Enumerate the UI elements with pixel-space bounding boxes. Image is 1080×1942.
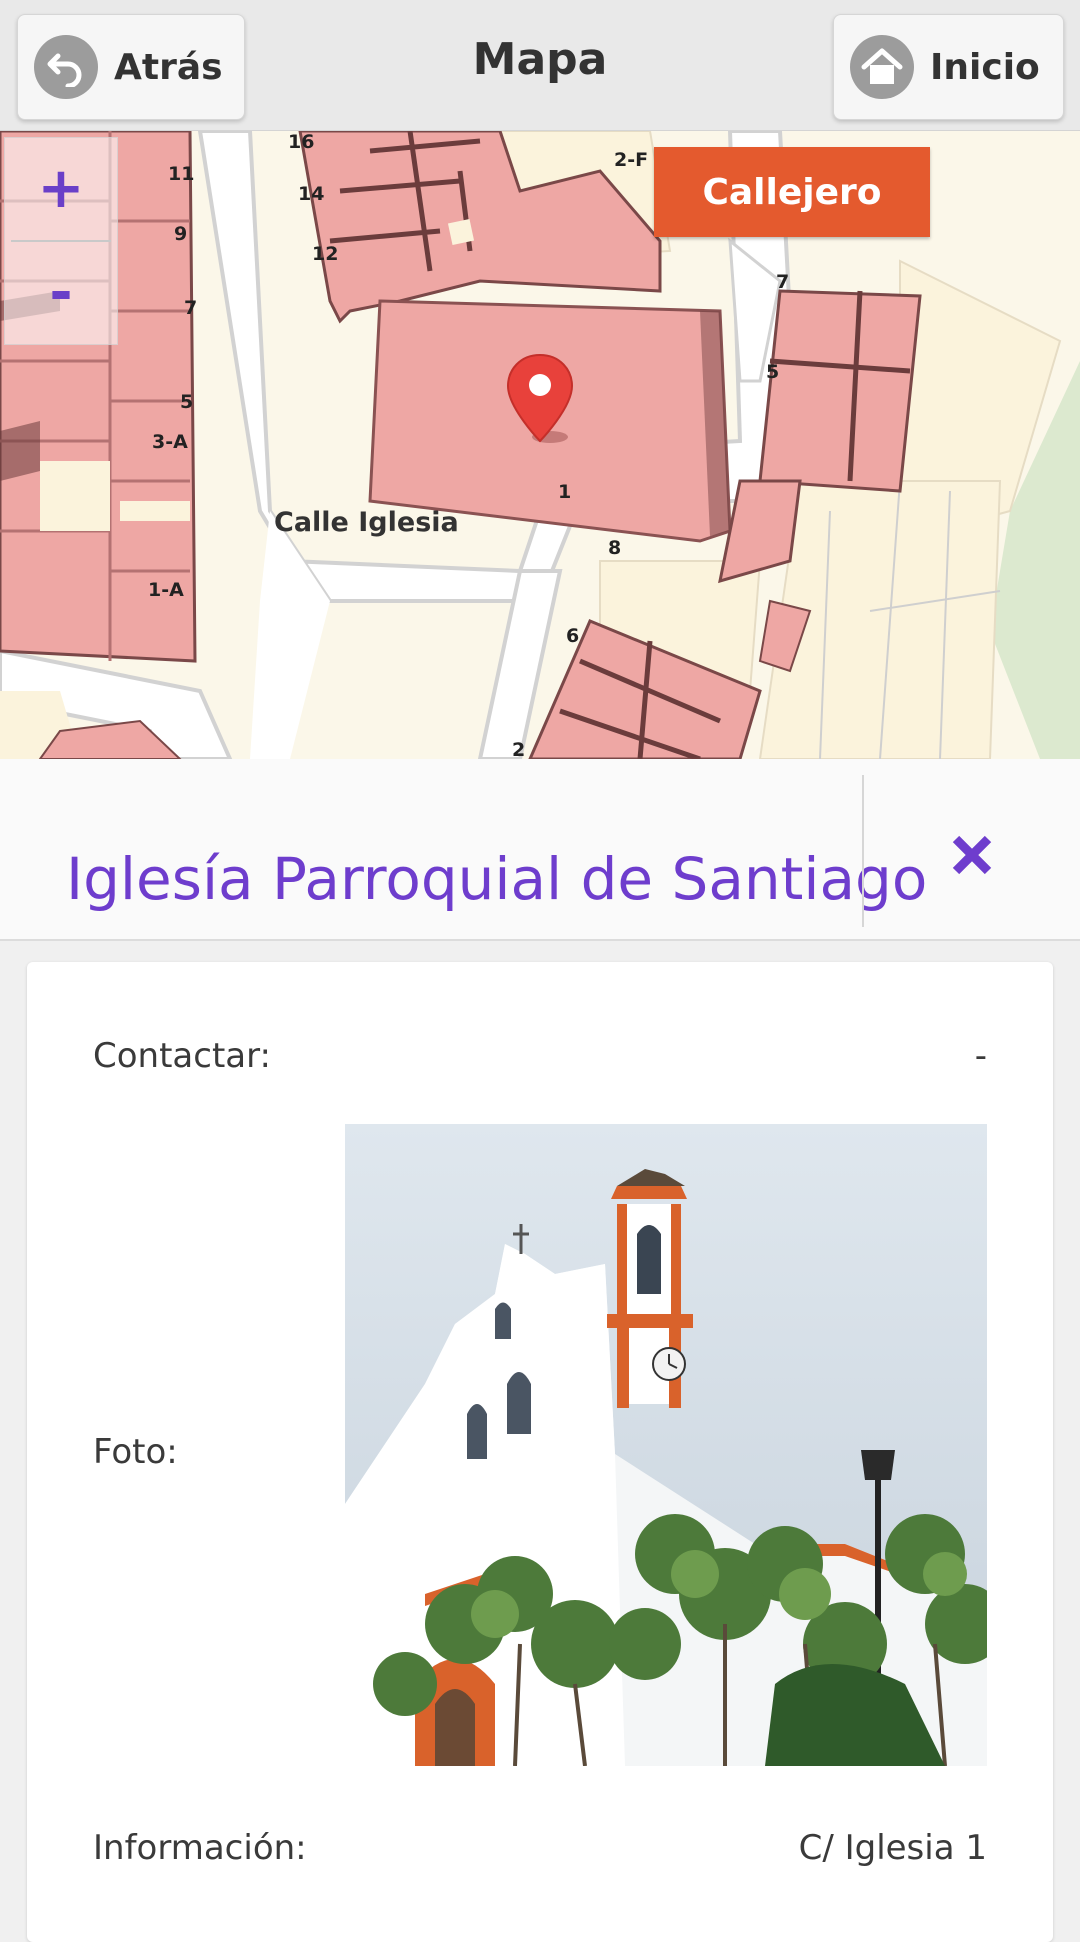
church-photo-image bbox=[345, 1124, 987, 1766]
location-pin-icon[interactable] bbox=[504, 353, 576, 453]
house-number: 3-A bbox=[152, 431, 188, 453]
house-number: 1 bbox=[558, 481, 572, 503]
zoom-out-button[interactable]: - bbox=[5, 242, 117, 342]
house-number: 5 bbox=[766, 361, 780, 383]
street-label: Calle Iglesia bbox=[274, 507, 459, 538]
house-number: 5 bbox=[180, 391, 194, 413]
house-number: 7 bbox=[184, 297, 198, 319]
info-label: Información: bbox=[93, 1828, 307, 1868]
home-icon bbox=[850, 35, 914, 99]
house-number: 14 bbox=[298, 183, 325, 205]
house-number: 12 bbox=[312, 243, 339, 265]
house-number: 2 bbox=[512, 739, 526, 759]
map-view[interactable]: 16 11 14 9 12 7 5 3-A 1-A 2-F 7 5 1 8 6 … bbox=[0, 131, 1080, 759]
contact-label: Contactar: bbox=[93, 1036, 271, 1076]
contact-value: - bbox=[974, 1036, 987, 1076]
house-number: 11 bbox=[168, 163, 195, 185]
info-value: C/ Iglesia 1 bbox=[798, 1828, 987, 1868]
house-number: 9 bbox=[174, 223, 188, 245]
house-number: 2-F bbox=[614, 149, 649, 171]
photo-label: Foto: bbox=[93, 1432, 178, 1472]
header-divider bbox=[862, 775, 864, 927]
close-button[interactable] bbox=[932, 815, 1012, 895]
streets-button[interactable]: Callejero bbox=[654, 147, 930, 237]
house-number: 16 bbox=[288, 131, 315, 153]
zoom-control: + - bbox=[4, 137, 118, 345]
zoom-in-button[interactable]: + bbox=[5, 138, 117, 238]
details-card: Contactar: - Foto: Información: C/ Igles… bbox=[27, 962, 1053, 1942]
place-title: Iglesía Parroquial de Santiago bbox=[66, 845, 928, 913]
place-header: Iglesía Parroquial de Santiago bbox=[0, 759, 1080, 941]
close-icon bbox=[952, 835, 992, 875]
house-number: 8 bbox=[608, 537, 622, 559]
church-photo[interactable] bbox=[345, 1124, 987, 1766]
house-number: 1-A bbox=[148, 579, 184, 601]
house-number: 7 bbox=[776, 271, 790, 293]
home-button-label: Inicio bbox=[930, 46, 1040, 88]
home-button[interactable]: Inicio bbox=[833, 14, 1064, 120]
top-bar: Atrás Mapa Inicio bbox=[0, 0, 1080, 131]
house-number: 6 bbox=[566, 625, 580, 647]
